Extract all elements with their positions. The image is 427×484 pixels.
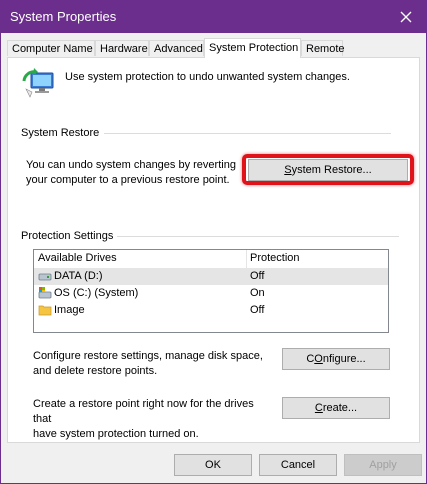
drive-name: Image <box>54 304 85 316</box>
ok-button[interactable]: OK <box>174 454 252 476</box>
system-properties-window: System Properties Computer Name Hardware… <box>0 0 427 484</box>
system-restore-description: You can undo system changes by reverting… <box>26 158 236 188</box>
column-header-protection[interactable]: Protection <box>250 252 300 264</box>
mnemonic: O <box>314 353 323 365</box>
tab-hardware[interactable]: Hardware <box>95 40 149 56</box>
window-title: System Properties <box>10 9 117 24</box>
restore-description-line: your computer to a previous restore poin… <box>26 174 230 186</box>
close-button[interactable] <box>386 1 426 33</box>
system-restore-group-label: System Restore <box>21 127 100 139</box>
system-protection-icon <box>22 68 54 98</box>
create-description: Create a restore point right now for the… <box>33 397 273 442</box>
tab-system-protection[interactable]: System Protection <box>204 38 301 58</box>
button-label: reate... <box>322 402 358 414</box>
close-icon <box>400 11 412 23</box>
intro-text: Use system protection to undo unwanted s… <box>65 71 350 83</box>
drive-icon <box>38 273 52 281</box>
dialog-footer: OK Cancel Apply <box>1 444 426 483</box>
tab-label: Remote <box>306 43 345 55</box>
create-description-line: have system protection turned on. <box>33 428 199 440</box>
column-header-drives[interactable]: Available Drives <box>38 252 117 264</box>
group-divider <box>117 236 399 237</box>
list-item[interactable]: Image Off <box>34 302 388 319</box>
mnemonic: C <box>314 402 323 414</box>
tab-computer-name[interactable]: Computer Name <box>7 40 95 56</box>
drive-protection: Off <box>250 304 265 316</box>
list-item[interactable]: OS (C:) (System) On <box>34 285 388 302</box>
apply-button[interactable]: Apply <box>344 454 422 476</box>
button-label: nfigure... <box>322 353 366 365</box>
group-divider <box>104 133 391 134</box>
tab-remote[interactable]: Remote <box>301 40 345 56</box>
configure-description-line: Configure restore settings, manage disk … <box>33 350 263 362</box>
tab-label: Advanced <box>154 43 203 55</box>
column-separator <box>246 250 247 268</box>
configure-description: Configure restore settings, manage disk … <box>33 349 273 379</box>
restore-description-line: You can undo system changes by reverting <box>26 159 236 171</box>
drive-name: DATA (D:) <box>54 270 103 282</box>
drive-protection: On <box>250 287 265 299</box>
tab-label: Computer Name <box>12 43 93 55</box>
cancel-button[interactable]: Cancel <box>259 454 337 476</box>
list-item[interactable]: DATA (D:) Off <box>34 268 388 285</box>
configure-button[interactable]: COnfigure... <box>282 348 390 370</box>
drive-protection: Off <box>250 270 265 282</box>
tab-label: System Protection <box>209 42 299 54</box>
create-description-line: Create a restore point right now for the… <box>33 398 254 425</box>
tab-advanced[interactable]: Advanced <box>149 40 204 56</box>
folder-icon <box>38 305 52 316</box>
list-header: Available Drives Protection <box>34 250 388 269</box>
tab-strip: Computer Name Hardware Advanced System P… <box>7 38 421 58</box>
create-button[interactable]: Create... <box>282 397 390 419</box>
tab-label: Hardware <box>100 43 148 55</box>
protection-settings-group-label: Protection Settings <box>21 230 114 242</box>
configure-description-line: and delete restore points. <box>33 365 158 377</box>
drives-list[interactable]: Available Drives Protection DATA (D:) Of… <box>33 249 389 333</box>
drive-name: OS (C:) (System) <box>54 287 139 299</box>
title-bar: System Properties <box>1 1 426 33</box>
system-drive-icon <box>38 287 52 299</box>
annotation-highlight <box>242 154 414 185</box>
